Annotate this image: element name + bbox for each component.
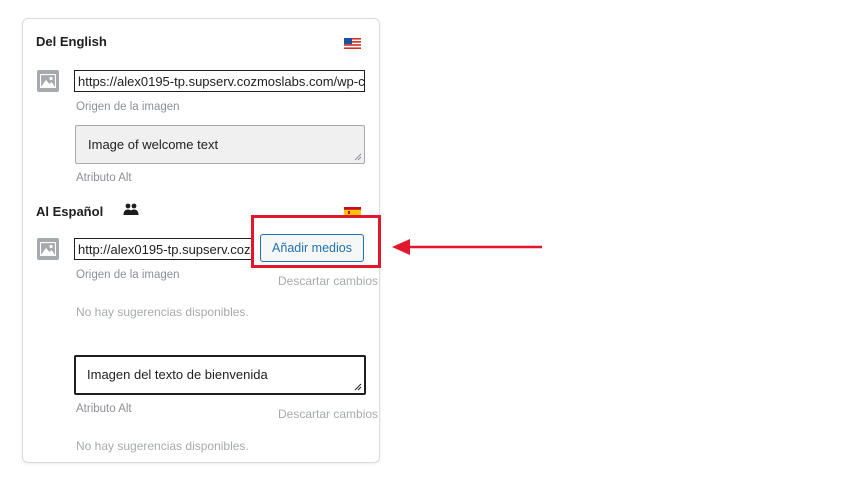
alt-no-suggestions-text: No hay sugerencias disponibles. bbox=[76, 439, 249, 453]
target-image-label: Origen de la imagen bbox=[76, 269, 180, 281]
source-image-url-field[interactable]: https://alex0195-tp.supserv.cozmoslabs.c… bbox=[74, 70, 365, 92]
es-flag-icon bbox=[344, 207, 361, 218]
add-media-button[interactable]: Añadir medios bbox=[260, 234, 364, 262]
no-suggestions-text: No hay sugerencias disponibles. bbox=[76, 305, 249, 319]
users-icon bbox=[123, 203, 139, 215]
resize-grip-icon bbox=[354, 153, 362, 161]
target-language-title: Al Español bbox=[36, 204, 104, 219]
image-placeholder-icon bbox=[37, 70, 59, 92]
discard-changes-link[interactable]: Descartar cambios bbox=[278, 274, 378, 288]
alt-discard-changes-link[interactable]: Descartar cambios bbox=[278, 407, 378, 421]
us-flag-icon bbox=[344, 38, 361, 49]
translation-panel: Del English https://alex0195-tp.supserv.… bbox=[22, 18, 380, 463]
source-language-title: Del English bbox=[36, 34, 107, 49]
image-placeholder-icon bbox=[37, 238, 59, 260]
target-alt-textarea[interactable]: Imagen del texto de bienvenida bbox=[74, 355, 366, 395]
target-alt-text: Imagen del texto de bienvenida bbox=[87, 367, 268, 382]
target-image-url-input[interactable]: http://alex0195-tp.supserv.cozmoslabs.co… bbox=[74, 238, 252, 260]
target-alt-label: Atributo Alt bbox=[76, 403, 132, 415]
source-alt-text: Image of welcome text bbox=[88, 137, 219, 152]
source-alt-textarea: Image of welcome text bbox=[75, 125, 365, 164]
resize-grip-icon[interactable] bbox=[354, 383, 362, 391]
source-alt-label: Atributo Alt bbox=[76, 172, 132, 184]
source-image-label: Origen de la imagen bbox=[76, 101, 180, 113]
annotation-arrow-icon bbox=[392, 239, 542, 255]
